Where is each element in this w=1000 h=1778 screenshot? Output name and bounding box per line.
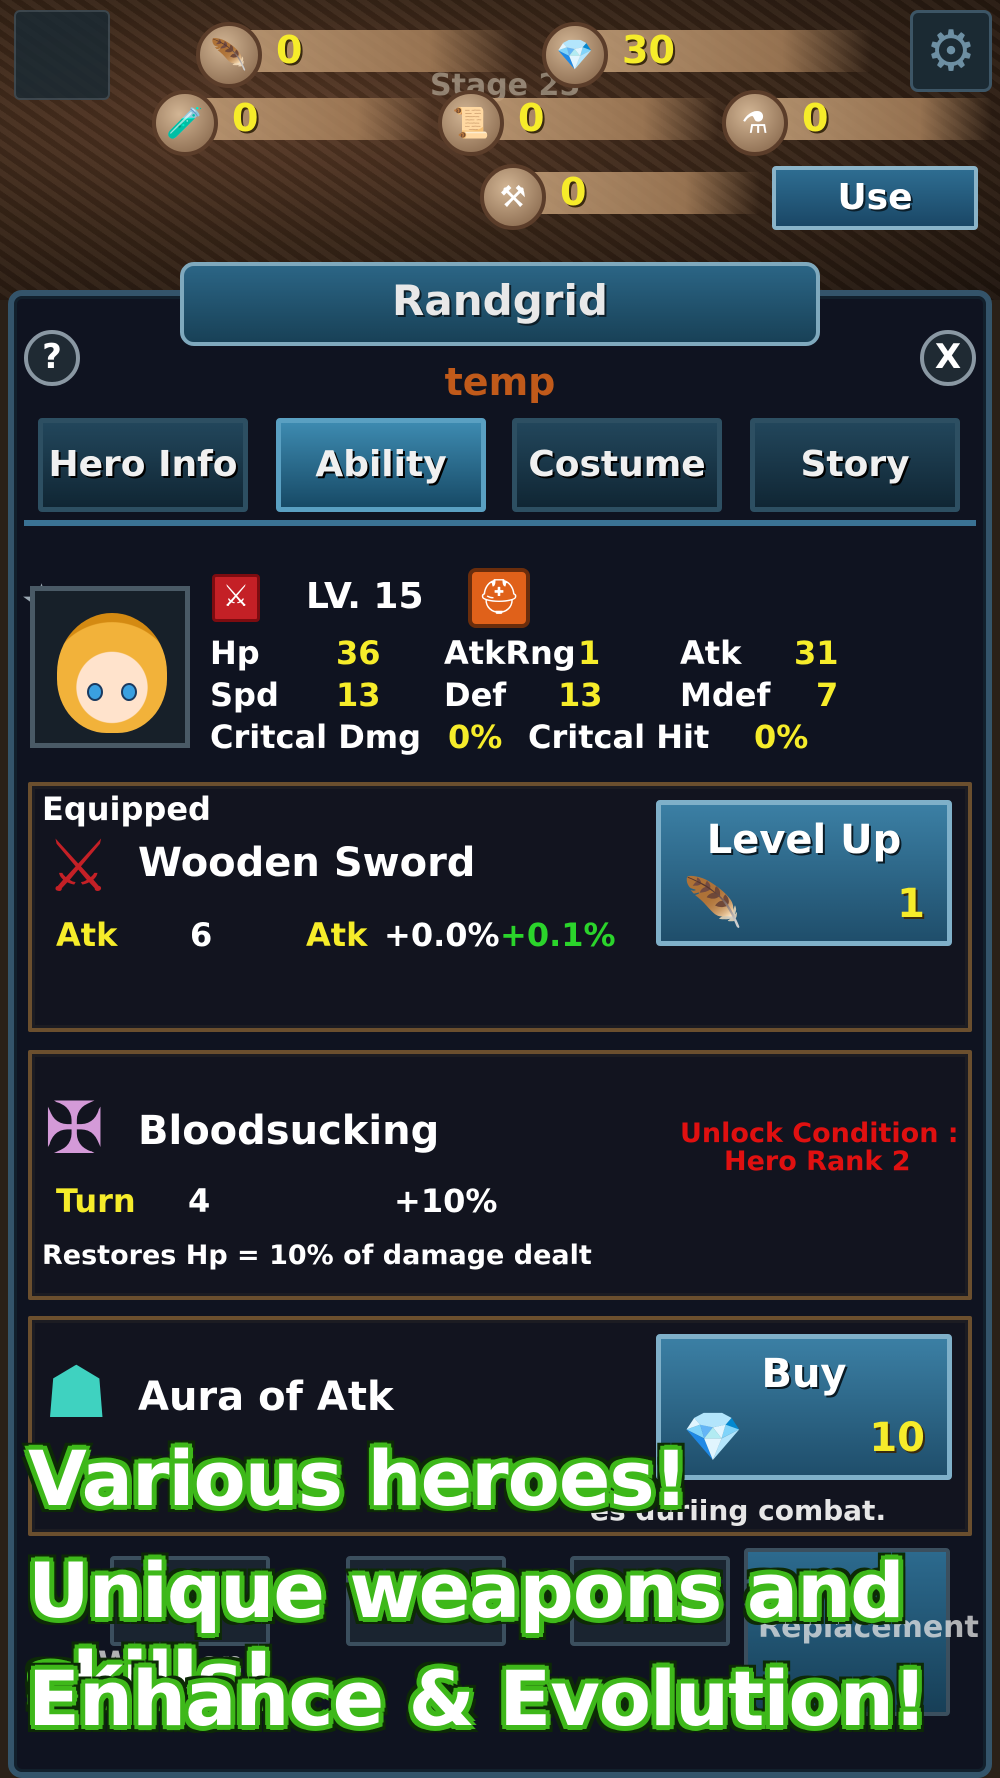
unlock-condition-line2: Hero Rank 2 (724, 1146, 911, 1177)
resource-bottle: ⚗ 0 (722, 90, 992, 156)
scroll-icon: 📜 (438, 90, 504, 156)
stat-spd-label: Spd (210, 676, 279, 714)
promo-line-1: Various heroes! (28, 1434, 688, 1523)
feather-icon: 🪶 (683, 875, 743, 931)
hero-face (57, 613, 167, 733)
stat-atk-label: Atk (680, 634, 742, 672)
resource-anvil: ⚒ 0 (480, 164, 760, 230)
stat-atkrng-label: AtkRng (444, 634, 576, 672)
level-up-label: Level Up (706, 817, 902, 863)
eye-right (121, 683, 137, 701)
bat-icon: ✠ (44, 1086, 105, 1170)
sword-icon: ⚔ (46, 824, 111, 908)
aura-icon: ☗ (44, 1350, 109, 1434)
element-wheel-icon[interactable] (14, 10, 110, 100)
weapon-stat1-label: Atk (56, 916, 118, 954)
stat-spd-value: 13 (336, 676, 381, 714)
stat-crit-hit-value: 0% (754, 718, 809, 756)
skill1-desc: Restores Hp = 10% of damage dealt (42, 1240, 592, 1271)
weapon-stat2-value: +0.0% (384, 916, 500, 954)
potion-icon: 🧪 (152, 90, 218, 156)
bottle-icon: ⚗ (722, 90, 788, 156)
stat-hp-label: Hp (210, 634, 260, 672)
feather-icon: 🪶 (196, 22, 262, 88)
anvil-icon: ⚒ (480, 164, 546, 230)
helmet-icon[interactable]: ⛑ (468, 568, 530, 628)
sword-class-icon: ⚔ (212, 574, 260, 622)
skill1-turn-label: Turn (56, 1182, 136, 1220)
gem-count: 30 (622, 28, 675, 72)
hero-subtitle: temp (444, 360, 556, 404)
skill2-name: Aura of Atk (138, 1374, 394, 1420)
hero-portrait (30, 586, 190, 748)
scroll-count: 0 (518, 96, 545, 140)
resource-feather: 🪶 0 (196, 22, 516, 88)
weapon-stat2-label: Atk (306, 916, 368, 954)
resource-gem: 💎 30 (542, 22, 882, 88)
tab-ability[interactable]: Ability (276, 418, 486, 512)
stat-def-label: Def (444, 676, 507, 714)
stat-mdef-label: Mdef (680, 676, 771, 714)
tab-costume[interactable]: Costume (512, 418, 722, 512)
stat-atkrng-value: 1 (578, 634, 601, 672)
gem-icon: 💎 (683, 1409, 743, 1465)
skill1-turn-value: 4 (188, 1182, 211, 1220)
stat-crit-dmg-value: 0% (448, 718, 503, 756)
promo-line-3: Enhance & Evolution! (28, 1654, 927, 1743)
hero-level: LV. 15 (306, 576, 424, 617)
stat-atk-value: 31 (794, 634, 839, 672)
tab-divider (24, 520, 976, 526)
equipped-label: Equipped (42, 790, 211, 828)
tab-story[interactable]: Story (750, 418, 960, 512)
stat-crit-dmg-label: Critcal Dmg (210, 718, 422, 756)
weapon-stat1-value: 6 (190, 916, 213, 954)
potion-count: 0 (232, 96, 259, 140)
resource-scroll: 📜 0 (438, 90, 718, 156)
feather-count: 0 (276, 28, 303, 72)
tab-hero-info[interactable]: Hero Info (38, 418, 248, 512)
anvil-count: 0 (560, 170, 587, 214)
skill1-effect: +10% (394, 1182, 498, 1220)
stat-def-value: 13 (558, 676, 603, 714)
weapon-name: Wooden Sword (138, 840, 476, 886)
bottle-count: 0 (802, 96, 829, 140)
unlock-condition-line1: Unlock Condition : (680, 1118, 959, 1149)
title-plate: Randgrid (180, 262, 820, 346)
stat-hp-value: 36 (336, 634, 381, 672)
buy-cost: 10 (869, 1415, 925, 1461)
stat-crit-hit-label: Critcal Hit (528, 718, 710, 756)
hero-name: Randgrid (392, 276, 608, 325)
buy-label: Buy (761, 1351, 847, 1397)
weapon-stat2-bonus: +0.1% (500, 916, 616, 954)
use-button[interactable]: Use (772, 166, 978, 230)
skill1-name: Bloodsucking (138, 1108, 440, 1154)
eye-left (87, 683, 103, 701)
stat-mdef-value: 7 (816, 676, 839, 714)
gem-icon: 💎 (542, 22, 608, 88)
level-up-cost: 1 (897, 881, 925, 927)
buy-button[interactable]: Buy 💎 10 (656, 1334, 952, 1480)
level-up-button[interactable]: Level Up 🪶 1 (656, 800, 952, 946)
resource-potion: 🧪 0 (152, 90, 432, 156)
gear-icon[interactable]: ⚙ (910, 10, 992, 92)
